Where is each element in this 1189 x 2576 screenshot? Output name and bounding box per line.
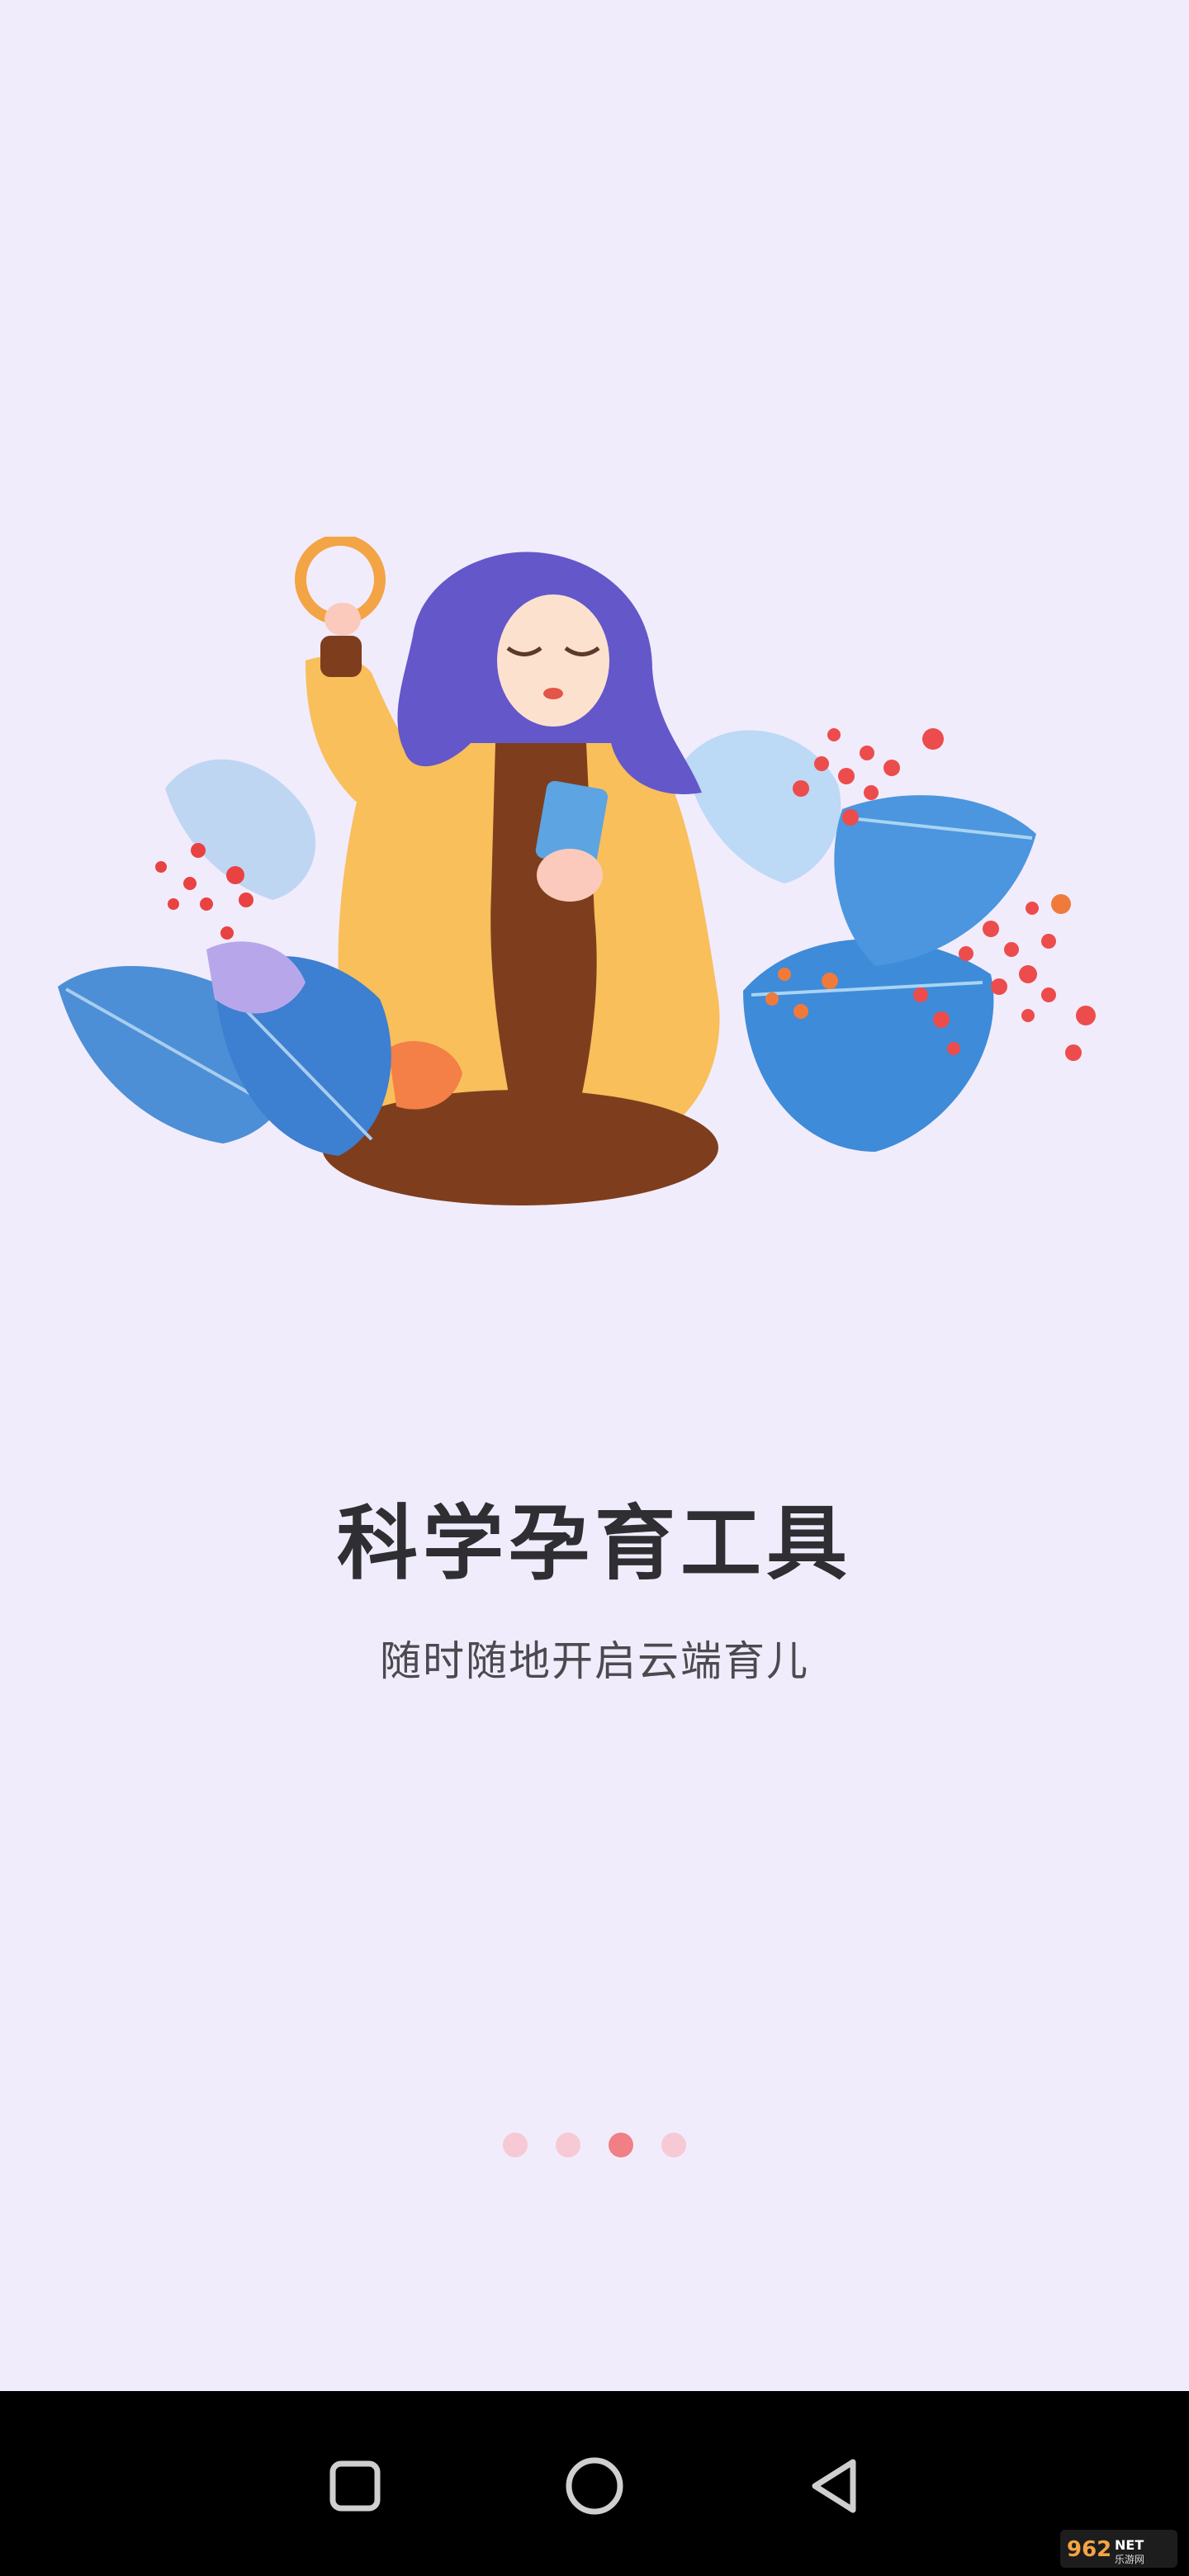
watermark-logo: 962 NET 乐游网 [1060,2530,1177,2568]
woman-reading-phone-illustration [58,537,1096,1205]
onboarding-screen[interactable]: 科学孕育工具 随时随地开启云端育儿 [0,0,1189,2391]
home-button[interactable] [557,2449,632,2523]
page-dot-2[interactable] [556,2133,580,2157]
page-title: 科学孕育工具 [336,1497,852,1591]
page-subtitle: 随时随地开启云端育儿 [380,1637,809,1685]
recent-apps-button[interactable] [318,2449,392,2523]
svg-text:乐游网: 乐游网 [1115,2554,1144,2565]
back-button[interactable] [797,2449,871,2523]
svg-text:962: 962 [1067,2537,1111,2562]
page-dot-1[interactable] [503,2133,528,2157]
page-dot-3-active[interactable] [609,2133,633,2157]
page-dot-4[interactable] [661,2133,686,2157]
system-navigation-bar: 962 NET 乐游网 [0,2391,1189,2576]
svg-text:NET: NET [1115,2537,1144,2553]
pagination-indicator [0,2133,1189,2157]
circle-home-icon [566,2457,623,2515]
square-recents-icon [329,2460,381,2512]
triangle-back-icon [812,2459,856,2513]
